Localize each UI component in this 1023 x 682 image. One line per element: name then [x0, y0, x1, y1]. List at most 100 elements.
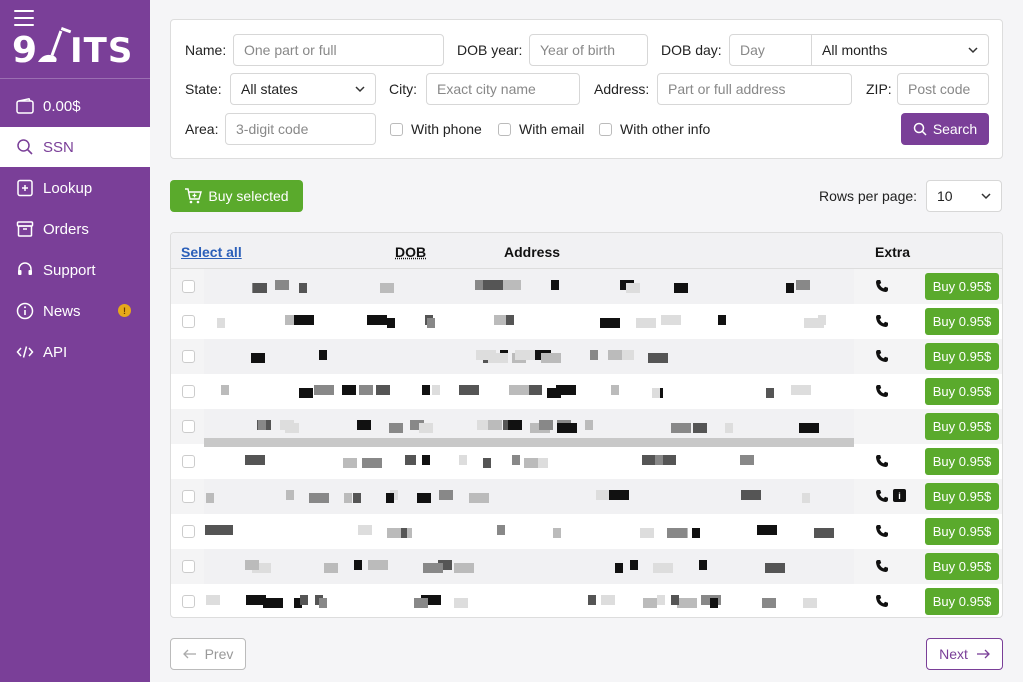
search-icon [16, 138, 34, 156]
lookup-icon [16, 179, 34, 197]
area-input[interactable]: 3-digit code [225, 113, 376, 145]
buy-button[interactable]: Buy 0.95$ [925, 308, 999, 335]
logo[interactable]: 9 ITS [12, 26, 134, 75]
row-checkbox[interactable] [182, 490, 195, 503]
redacted-block [648, 353, 668, 363]
sidebar-item-label: Support [43, 261, 96, 279]
redacted-block [343, 458, 357, 468]
row-checkbox[interactable] [182, 420, 195, 433]
redacted-block [692, 528, 700, 538]
redacted-block [765, 563, 785, 573]
row-checkbox[interactable] [182, 560, 195, 573]
row-checkbox[interactable] [182, 525, 195, 538]
table-row: Buy 0.95$ [171, 339, 1002, 374]
redacted-block [551, 280, 559, 290]
address-input[interactable]: Part or full address [657, 73, 852, 105]
sidebar-item-support[interactable]: Support [0, 250, 150, 290]
sidebar-item-orders[interactable]: Orders [0, 209, 150, 249]
svg-text:9: 9 [12, 30, 38, 66]
redacted-block [674, 283, 688, 293]
rows-per-page-label: Rows per page: [819, 188, 918, 204]
buy-button[interactable]: Buy 0.95$ [925, 413, 999, 440]
row-checkbox[interactable] [182, 595, 195, 608]
dob-year-input[interactable]: Year of birth [529, 34, 648, 66]
redacted-record [204, 374, 854, 409]
row-checkbox[interactable] [182, 385, 195, 398]
buy-button[interactable]: Buy 0.95$ [925, 518, 999, 545]
svg-text:ITS: ITS [70, 31, 133, 66]
redacted-block [245, 455, 265, 465]
next-button[interactable]: Next [926, 638, 1003, 670]
buy-button[interactable]: Buy 0.95$ [925, 448, 999, 475]
redacted-block [741, 490, 761, 500]
redacted-block [427, 318, 435, 328]
with-other-checkbox[interactable]: With other info [599, 121, 710, 137]
address-header: Address [504, 244, 561, 260]
redacted-block [217, 318, 225, 328]
buy-button[interactable]: Buy 0.95$ [925, 343, 999, 370]
sidebar-item-lookup[interactable]: Lookup [0, 168, 150, 208]
sidebar-item-news[interactable]: News ! [0, 291, 150, 331]
buy-selected-button[interactable]: Buy selected [170, 180, 303, 212]
redacted-block [221, 385, 229, 395]
sidebar-item-ssn[interactable]: SSN [0, 127, 150, 167]
redacted-block [488, 420, 502, 430]
buy-button[interactable]: Buy 0.95$ [925, 553, 999, 580]
with-phone-label: With phone [411, 121, 482, 137]
row-checkbox[interactable] [182, 315, 195, 328]
redacted-block [358, 525, 372, 535]
buy-button[interactable]: Buy 0.95$ [925, 588, 999, 615]
redacted-block [814, 528, 834, 538]
zip-input[interactable]: Post code [897, 73, 989, 105]
checkbox-box[interactable] [498, 122, 511, 136]
checkbox-box[interactable] [599, 122, 612, 136]
state-label: State: [185, 81, 222, 97]
table-row: i Buy 0.95$ [171, 479, 1002, 514]
city-input[interactable]: Exact city name [426, 73, 580, 105]
redacted-block [786, 283, 794, 293]
redacted-block [417, 493, 431, 503]
buy-button[interactable]: Buy 0.95$ [925, 273, 999, 300]
table-row: Buy 0.95$ [171, 514, 1002, 549]
balance-item[interactable]: 0.00$ [0, 86, 150, 126]
redacted-block [791, 385, 811, 395]
redacted-block [300, 595, 308, 605]
sidebar: 9 ITS 0.00$ SSN Lookup Orders Support Ne… [0, 0, 150, 682]
search-button[interactable]: Search [901, 113, 989, 145]
redacted-block [380, 283, 394, 293]
redacted-block [205, 525, 225, 535]
name-input[interactable]: One part or full [233, 34, 444, 66]
state-select[interactable]: All states [230, 73, 376, 105]
with-phone-checkbox[interactable]: With phone [390, 121, 482, 137]
checkbox-box[interactable] [390, 122, 403, 136]
redacted-record [204, 514, 854, 549]
row-checkbox[interactable] [182, 280, 195, 293]
dob-year-label: DOB year: [457, 42, 523, 58]
sidebar-item-api[interactable]: API [0, 332, 150, 372]
prev-button[interactable]: Prev [170, 638, 246, 670]
dob-day-input[interactable]: Day [729, 34, 812, 66]
info-icon [16, 302, 34, 320]
table-row: Buy 0.95$ [171, 269, 1002, 304]
redacted-block [344, 493, 352, 503]
row-checkbox[interactable] [182, 350, 195, 363]
extra-header: Extra [875, 244, 911, 260]
redacted-block [206, 493, 214, 503]
filter-panel: Name: One part or full DOB year: Year of… [170, 19, 1003, 159]
hamburger-menu-icon[interactable] [14, 10, 34, 26]
phone-icon [876, 280, 888, 292]
rows-per-page-select[interactable]: 10 [926, 180, 1002, 212]
redacted-block [601, 595, 615, 605]
redacted-block [626, 283, 640, 293]
buy-button[interactable]: Buy 0.95$ [925, 483, 999, 510]
buy-button[interactable]: Buy 0.95$ [925, 378, 999, 405]
next-label: Next [939, 646, 968, 662]
with-email-checkbox[interactable]: With email [498, 121, 584, 137]
redacted-block [608, 350, 622, 360]
select-all-link[interactable]: Select all [181, 244, 242, 260]
redacted-block [818, 315, 826, 325]
row-checkbox[interactable] [182, 455, 195, 468]
redacted-block [280, 420, 294, 430]
name-label: Name: [185, 42, 227, 58]
month-select[interactable]: All months [811, 34, 989, 66]
